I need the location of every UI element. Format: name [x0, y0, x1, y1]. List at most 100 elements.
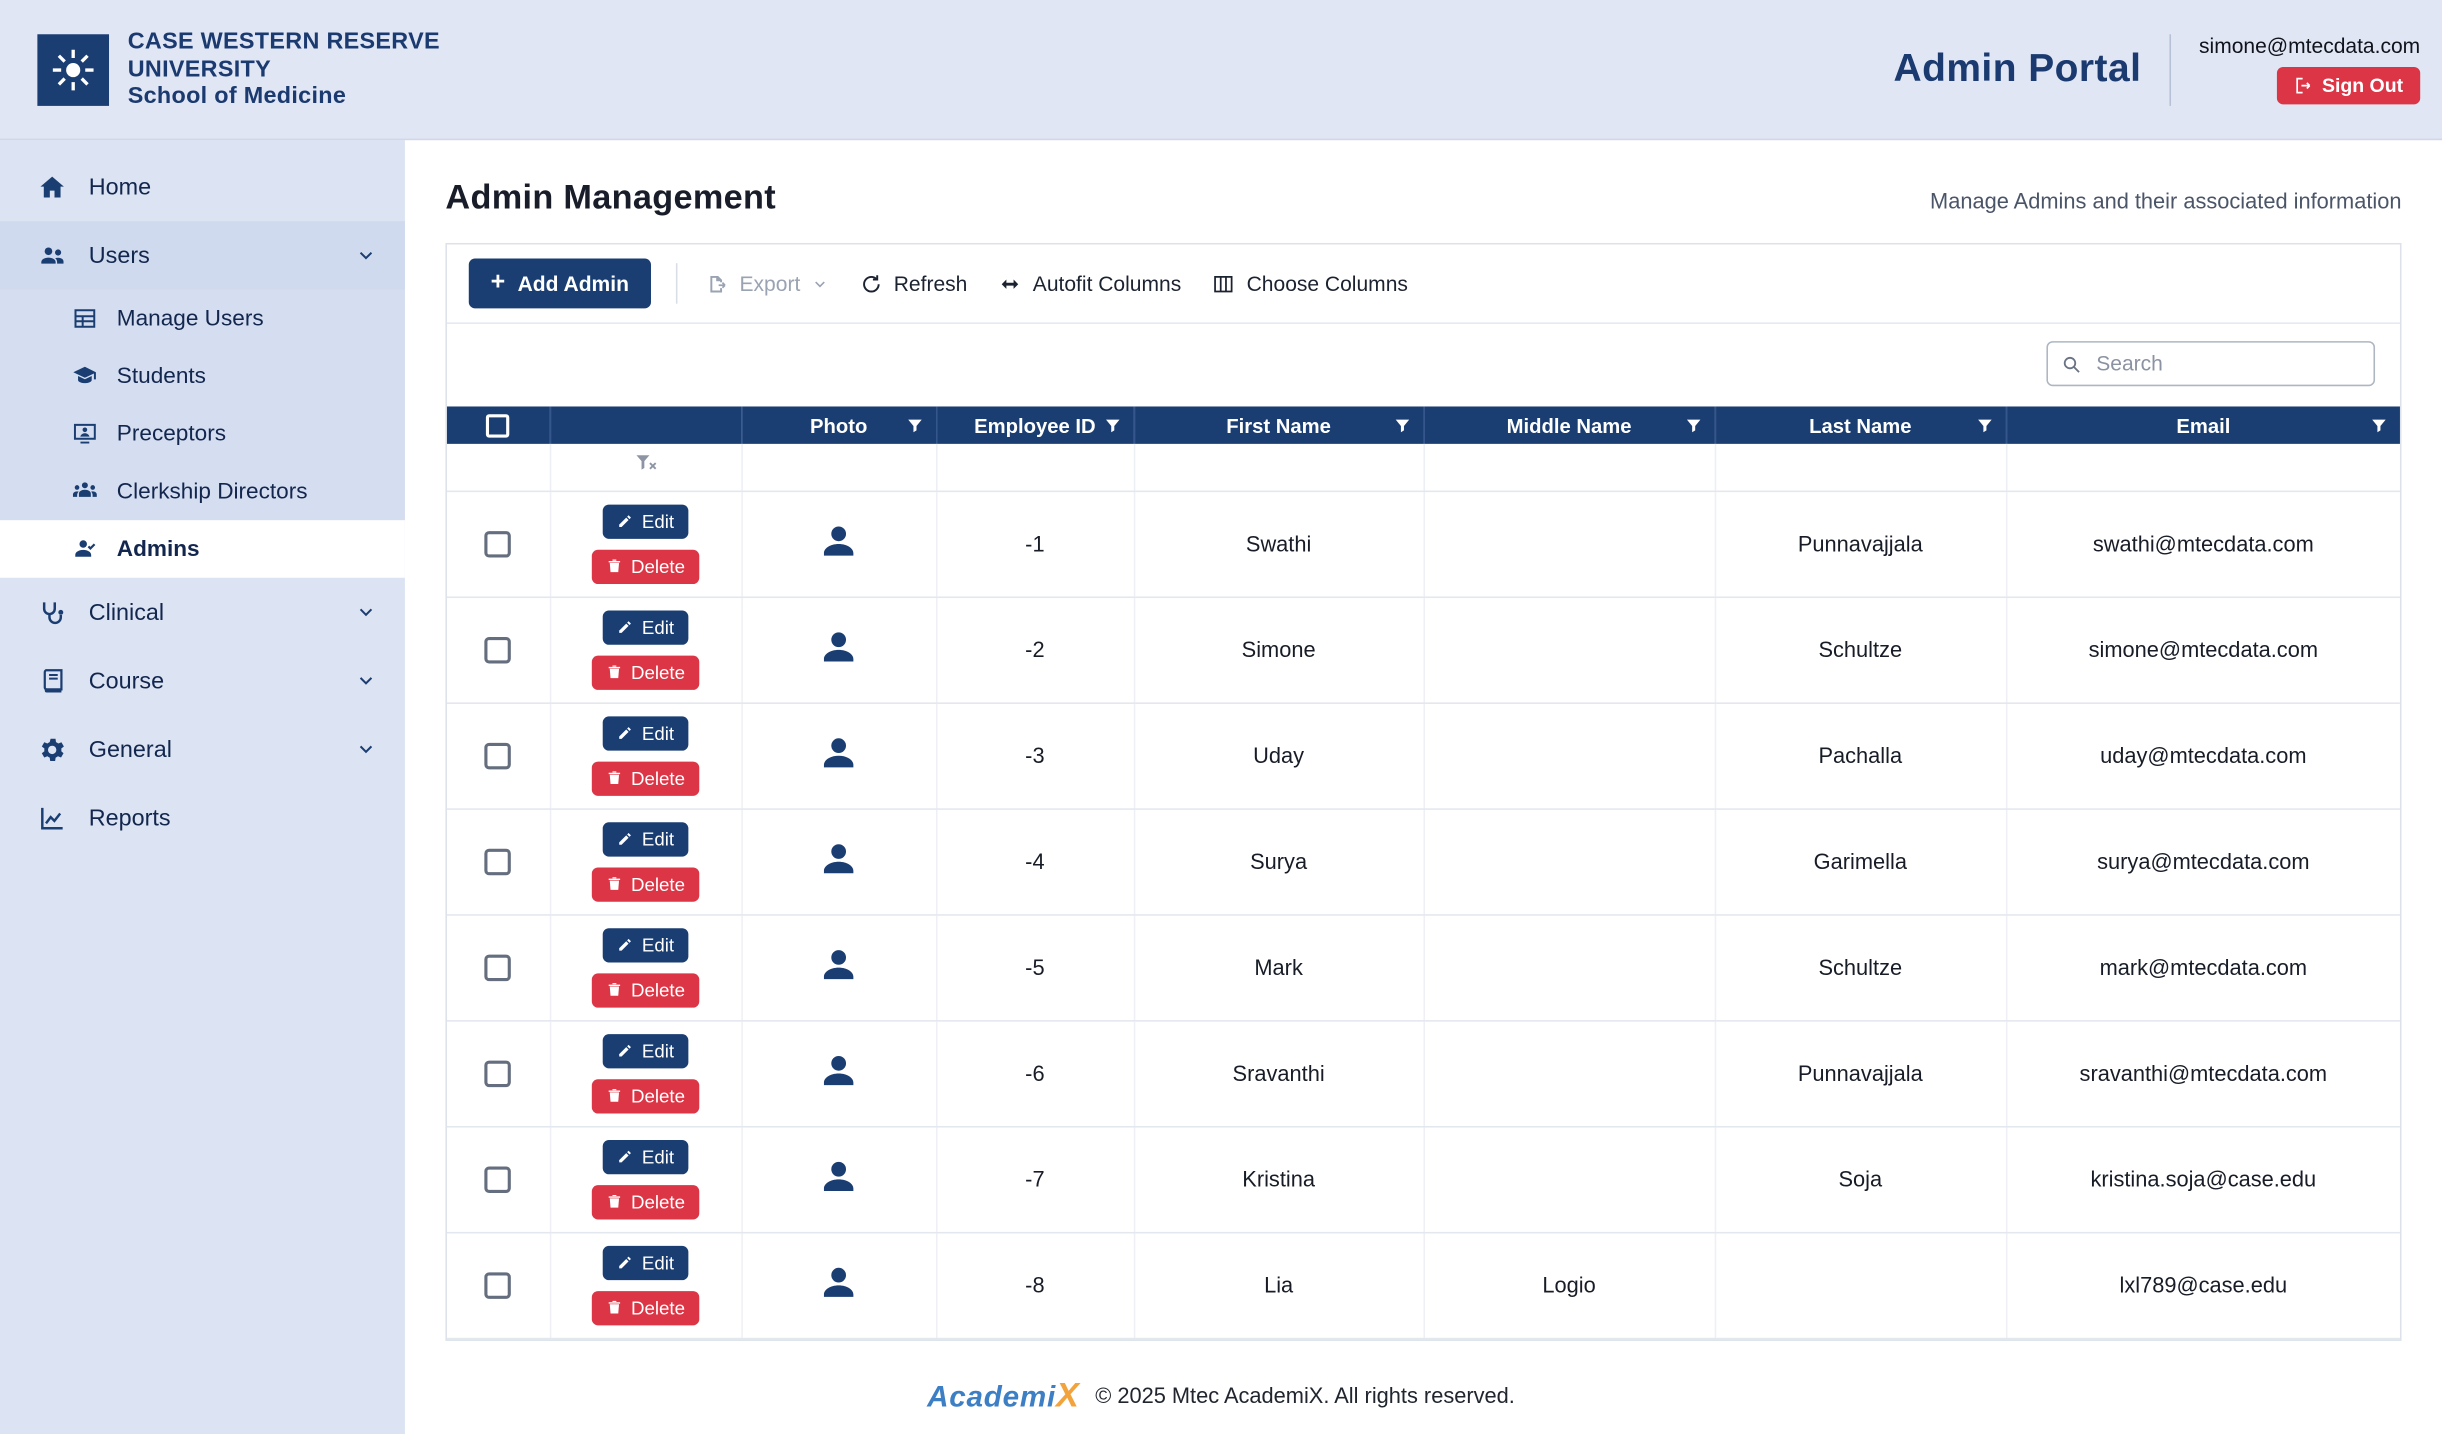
row-checkbox[interactable] [485, 1272, 511, 1298]
first-name-cell: Kristina [1134, 1126, 1424, 1232]
delete-button[interactable]: Delete [592, 655, 699, 689]
email-cell: kristina.soja@case.edu [2006, 1126, 2400, 1232]
last-name-cell: Schultze [1715, 596, 2006, 702]
employee-id-cell: -5 [936, 914, 1134, 1020]
sidebar-item-clerkship-directors[interactable]: Clerkship Directors [0, 463, 405, 521]
sidebar: Home Users Manage Users Students Precept… [0, 140, 405, 1434]
sidebar-item-label: Manage Users [117, 306, 264, 331]
delete-button[interactable]: Delete [592, 1184, 699, 1218]
row-checkbox[interactable] [485, 1166, 511, 1192]
person-avatar-icon [818, 838, 860, 880]
row-checkbox[interactable] [485, 955, 511, 981]
book-icon [37, 666, 67, 696]
columns-icon [1212, 272, 1235, 295]
add-admin-button[interactable]: + Add Admin [469, 259, 651, 309]
table-row: Edit Delete -1 Swathi Punnavajjala swath… [447, 491, 2400, 597]
edit-button[interactable]: Edit [603, 1033, 688, 1067]
refresh-button[interactable]: Refresh [856, 262, 970, 304]
select-all-checkbox[interactable] [486, 414, 509, 437]
delete-button[interactable]: Delete [592, 549, 699, 583]
trash-icon [606, 981, 623, 998]
sidebar-item-manage-users[interactable]: Manage Users [0, 290, 405, 348]
first-name-cell: Sravanthi [1134, 1020, 1424, 1126]
trash-icon [606, 875, 623, 892]
university-logo: CASE WESTERN RESERVE UNIVERSITY School o… [37, 28, 439, 111]
table-row: Edit Delete -6 Sravanthi Punnavajjala sr… [447, 1020, 2400, 1126]
sidebar-item-course[interactable]: Course [0, 646, 405, 715]
edit-button[interactable]: Edit [603, 927, 688, 961]
filter-funnel-icon[interactable] [1683, 415, 1703, 435]
sidebar-item-label: Home [89, 174, 151, 200]
filter-funnel-icon[interactable] [2369, 415, 2389, 435]
person-avatar-icon [818, 1050, 860, 1092]
filter-funnel-icon[interactable] [1392, 415, 1412, 435]
edit-button[interactable]: Edit [603, 1245, 688, 1279]
edit-button[interactable]: Edit [603, 716, 688, 750]
middle-name-cell [1423, 808, 1714, 914]
sidebar-item-users[interactable]: Users [0, 221, 405, 290]
middle-name-cell [1423, 1126, 1714, 1232]
filter-funnel-icon[interactable] [1102, 415, 1122, 435]
email-cell: lxl789@case.edu [2006, 1232, 2400, 1338]
sidebar-item-label: Admins [117, 537, 200, 562]
users-icon [37, 241, 67, 271]
sidebar-item-label: Reports [89, 804, 171, 830]
pencil-icon [617, 830, 634, 847]
delete-button[interactable]: Delete [592, 761, 699, 795]
edit-button[interactable]: Edit [603, 1139, 688, 1173]
chevron-down-icon [355, 738, 377, 760]
sign-out-icon [2294, 76, 2313, 95]
edit-button[interactable]: Edit [603, 822, 688, 856]
edit-button[interactable]: Edit [603, 504, 688, 538]
delete-button[interactable]: Delete [592, 1290, 699, 1324]
employee-id-cell: -7 [936, 1126, 1134, 1232]
sidebar-item-preceptors[interactable]: Preceptors [0, 405, 405, 463]
filter-funnel-icon[interactable] [904, 415, 924, 435]
filter-funnel-icon[interactable] [1974, 415, 1994, 435]
row-checkbox[interactable] [485, 531, 511, 557]
last-name-cell: Pachalla [1715, 702, 2006, 808]
table-row: Edit Delete -8 Lia Logio lxl789@case.edu [447, 1232, 2400, 1338]
person-avatar-icon [818, 944, 860, 986]
sidebar-item-admins[interactable]: Admins [0, 520, 405, 578]
row-checkbox[interactable] [485, 637, 511, 663]
copyright-text: © 2025 Mtec AcademiX. All rights reserve… [1095, 1383, 1515, 1408]
employee-id-cell: -4 [936, 808, 1134, 914]
add-admin-label: Add Admin [518, 272, 629, 295]
middle-name-cell [1423, 596, 1714, 702]
row-checkbox[interactable] [485, 743, 511, 769]
search-input[interactable] [2093, 350, 2361, 376]
clear-filter-icon[interactable] [633, 450, 658, 475]
delete-button[interactable]: Delete [592, 867, 699, 901]
row-checkbox[interactable] [485, 849, 511, 875]
column-header: Employee ID [974, 413, 1096, 436]
employee-id-cell: -3 [936, 702, 1134, 808]
users-submenu: Manage Users Students Preceptors Clerksh… [0, 290, 405, 578]
table-row: Edit Delete -2 Simone Schultze simone@mt… [447, 596, 2400, 702]
trash-icon [606, 663, 623, 680]
sidebar-item-clinical[interactable]: Clinical [0, 578, 405, 647]
table-row: Edit Delete -3 Uday Pachalla uday@mtecda… [447, 702, 2400, 808]
delete-button[interactable]: Delete [592, 973, 699, 1007]
autofit-label: Autofit Columns [1033, 272, 1181, 295]
delete-label: Delete [631, 661, 685, 683]
delete-button[interactable]: Delete [592, 1078, 699, 1112]
pencil-icon [617, 936, 634, 953]
sidebar-item-students[interactable]: Students [0, 347, 405, 405]
choose-columns-button[interactable]: Choose Columns [1209, 262, 1411, 304]
stethoscope-icon [37, 597, 67, 627]
sidebar-item-reports[interactable]: Reports [0, 783, 405, 852]
person-avatar-icon [818, 520, 860, 562]
edit-button[interactable]: Edit [603, 610, 688, 644]
row-checkbox[interactable] [485, 1060, 511, 1086]
search-row [447, 324, 2400, 407]
autofit-columns-button[interactable]: Autofit Columns [995, 262, 1184, 304]
export-button[interactable]: Export [702, 262, 831, 304]
horizontal-arrows-icon [999, 272, 1022, 295]
home-icon [37, 172, 67, 202]
admin-person-icon [72, 536, 98, 562]
pencil-icon [617, 1042, 634, 1059]
sidebar-item-home[interactable]: Home [0, 153, 405, 222]
sidebar-item-general[interactable]: General [0, 715, 405, 784]
sign-out-button[interactable]: Sign Out [2277, 67, 2420, 104]
